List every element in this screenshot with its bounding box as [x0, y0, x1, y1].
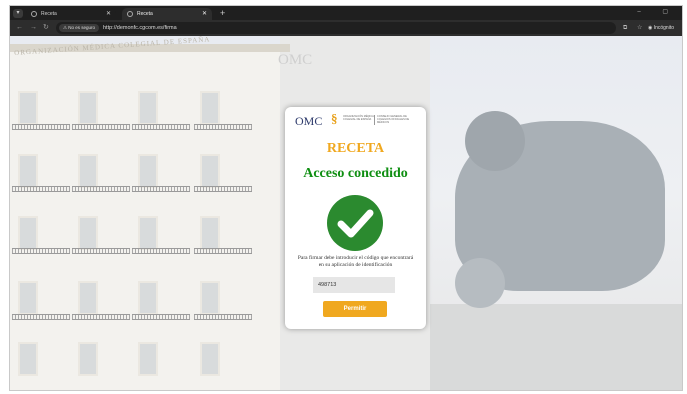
omc-logo-mark: § — [331, 111, 338, 126]
balcony-railing — [72, 248, 130, 254]
building-window — [18, 91, 38, 125]
tab-strip: ▾ Receta ✕ Receta ✕ + – ▢ — [10, 6, 682, 20]
background-building — [10, 46, 310, 390]
building-window — [78, 154, 98, 188]
balcony-railing — [132, 314, 190, 320]
omc-logo-text: OMC — [295, 114, 323, 128]
balcony-railing — [132, 248, 190, 254]
logo-organization-text: ORGANIZACIÓN MÉDICA COLEGIAL DE ESPAÑA — [343, 115, 374, 121]
reload-icon[interactable]: ↻ — [43, 22, 49, 34]
new-tab-button[interactable]: + — [220, 7, 225, 19]
incognito-label: Incógnito — [653, 25, 674, 31]
window-controls[interactable]: – ▢ — [637, 8, 678, 15]
permitir-button[interactable]: Permitir — [323, 301, 387, 317]
building-window — [78, 342, 98, 376]
building-window — [78, 91, 98, 125]
balcony-railing — [194, 186, 252, 192]
page-content: ORGANIZACIÓN MÉDICA COLEGIAL DE ESPAÑA O… — [10, 36, 682, 390]
tab-search-icon[interactable]: ▾ — [13, 9, 23, 18]
building-window — [18, 342, 38, 376]
building-window — [138, 216, 158, 250]
browser-toolbar: ← → ↻ ⚠ No es seguro http://demonfc.cgco… — [10, 20, 682, 36]
check-circle-background — [327, 195, 383, 251]
balcony-railing — [132, 124, 190, 130]
status-heading: Acceso concedido — [303, 166, 408, 181]
building-window — [200, 154, 220, 188]
translate-icon[interactable]: ⧉ — [623, 23, 627, 33]
logo-divider — [374, 115, 375, 125]
statue-plinth — [430, 304, 682, 390]
browser-window: ▾ Receta ✕ Receta ✕ + – ▢ ← → ↻ ⚠ No es … — [10, 6, 682, 390]
tab-title: Receta — [41, 11, 57, 17]
building-window — [78, 281, 98, 315]
building-window — [138, 281, 158, 315]
close-icon[interactable]: ✕ — [202, 8, 207, 20]
building-window — [78, 216, 98, 250]
building-window — [200, 91, 220, 125]
lion-statue-head — [465, 111, 525, 171]
address-bar[interactable]: ⚠ No es seguro http://demonfc.cgcom.es/f… — [56, 22, 616, 34]
globe-icon — [31, 11, 37, 17]
building-window — [138, 342, 158, 376]
close-icon[interactable]: ✕ — [106, 8, 111, 20]
access-card: OMC § ORGANIZACIÓN MÉDICA COLEGIAL DE ES… — [285, 107, 426, 329]
balcony-railing — [72, 186, 130, 192]
balcony-railing — [12, 186, 70, 192]
security-chip-label: No es seguro — [68, 25, 96, 30]
tab-receta-1[interactable]: Receta ✕ — [26, 8, 116, 20]
building-window — [200, 216, 220, 250]
building-window — [138, 154, 158, 188]
security-chip[interactable]: ⚠ No es seguro — [59, 24, 100, 32]
building-window — [18, 216, 38, 250]
building-window — [18, 154, 38, 188]
star-icon[interactable]: ☆ — [637, 23, 642, 33]
balcony-railing — [72, 314, 130, 320]
building-window — [200, 281, 220, 315]
balcony-railing — [194, 248, 252, 254]
page-title: RECETA — [326, 141, 385, 156]
building-window — [18, 281, 38, 315]
logo-council-text: CONSEJO GENERAL DE COLEGIOS OFICIALES DE… — [377, 115, 410, 124]
balcony-railing — [194, 314, 252, 320]
building-window — [138, 91, 158, 125]
balcony-railing — [194, 124, 252, 130]
code-input[interactable] — [313, 277, 395, 293]
tab-receta-2[interactable]: Receta ✕ — [122, 8, 212, 20]
url-text[interactable]: http://demonfc.cgcom.es/firma — [103, 22, 177, 34]
balcony-railing — [12, 248, 70, 254]
tab-title: Receta — [137, 11, 153, 17]
statue-ball — [455, 258, 505, 308]
balcony-railing — [132, 186, 190, 192]
balcony-railing — [72, 124, 130, 130]
building-sign: OMC — [278, 52, 313, 68]
balcony-railing — [12, 314, 70, 320]
building-window — [200, 342, 220, 376]
incognito-indicator[interactable]: ◉ Incógnito — [644, 23, 678, 33]
back-icon[interactable]: ← — [16, 22, 23, 34]
balcony-railing — [12, 124, 70, 130]
globe-icon — [127, 11, 133, 17]
check-circle-icon — [327, 195, 383, 251]
instructions-text: Para firmar debe introducir el código qu… — [297, 255, 414, 268]
forward-icon[interactable]: → — [30, 22, 37, 34]
